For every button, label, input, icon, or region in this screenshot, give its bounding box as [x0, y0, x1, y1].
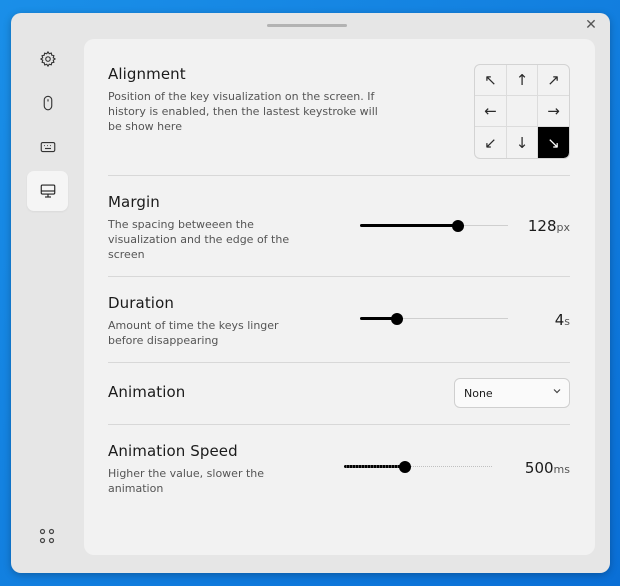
margin-value-unit: px	[556, 221, 571, 234]
alignment-description: Position of the key visualization on the…	[108, 90, 378, 133]
margin-value-number: 128	[527, 217, 557, 235]
animation-speed-value: 500ms	[525, 459, 570, 477]
settings-panel: Alignment Position of the key visualizat…	[84, 39, 595, 555]
alignment-grid: ↖ ↑ ↗ ← → ↙ ↓ ↘	[474, 64, 570, 159]
animation-speed-value-unit: ms	[553, 463, 570, 476]
settings-window: ✕ Alignment Position of the key visualiz…	[11, 13, 610, 573]
slider-thumb[interactable]	[391, 313, 403, 325]
align-bottom[interactable]: ↓	[507, 127, 538, 158]
duration-slider[interactable]	[360, 312, 508, 326]
animation-dropdown[interactable]: None	[454, 378, 570, 408]
duration-title: Duration	[108, 294, 174, 312]
margin-value: 128px	[528, 217, 570, 235]
divider	[108, 424, 570, 425]
duration-value: 4s	[555, 311, 570, 329]
duration-description: Amount of time the keys linger before di…	[108, 319, 279, 347]
animation-speed-description: Higher the value, slower the animation	[108, 467, 265, 495]
sidebar-item-keyboard[interactable]	[27, 127, 68, 167]
divider	[108, 276, 570, 277]
animation-speed-slider[interactable]	[344, 460, 492, 474]
gear-icon	[39, 50, 56, 68]
slider-thumb[interactable]	[451, 220, 464, 232]
monitor-icon	[40, 184, 55, 198]
divider	[108, 175, 570, 176]
divider	[108, 362, 570, 363]
align-bottom-right[interactable]: ↘	[538, 127, 569, 158]
keyboard-icon	[40, 141, 55, 153]
align-bottom-left[interactable]: ↙	[475, 127, 507, 158]
apps-grid-icon	[39, 528, 55, 544]
sidebar-item-mouse[interactable]	[27, 83, 68, 123]
sidebar-item-display[interactable]	[27, 171, 68, 211]
slider-fill	[344, 465, 405, 468]
animation-selected-value: None	[464, 386, 493, 400]
close-icon: ✕	[585, 17, 597, 33]
slider-fill	[360, 224, 458, 227]
animation-speed-section: Animation Speed Higher the value, slower…	[108, 442, 570, 496]
margin-description: The spacing betweeen the visualization a…	[108, 218, 290, 261]
drag-handle[interactable]	[267, 24, 347, 27]
chevron-down-icon	[553, 387, 561, 398]
slider-thumb[interactable]	[398, 461, 411, 473]
mouse-icon	[43, 95, 52, 111]
align-right[interactable]: →	[538, 96, 569, 127]
duration-value-unit: s	[564, 315, 570, 328]
align-top-left[interactable]: ↖	[475, 65, 507, 96]
margin-slider[interactable]	[360, 219, 508, 233]
align-top[interactable]: ↑	[507, 65, 538, 96]
align-left[interactable]: ←	[475, 96, 507, 127]
duration-value-number: 4	[554, 311, 565, 329]
animation-speed-value-number: 500	[524, 459, 554, 477]
close-button[interactable]: ✕	[583, 17, 599, 33]
sidebar-item-settings[interactable]	[27, 39, 68, 79]
animation-speed-title: Animation Speed	[108, 442, 238, 460]
apps-grid-button[interactable]	[38, 527, 56, 545]
align-center-empty	[507, 96, 538, 127]
margin-title: Margin	[108, 193, 160, 211]
align-top-right[interactable]: ↗	[538, 65, 569, 96]
